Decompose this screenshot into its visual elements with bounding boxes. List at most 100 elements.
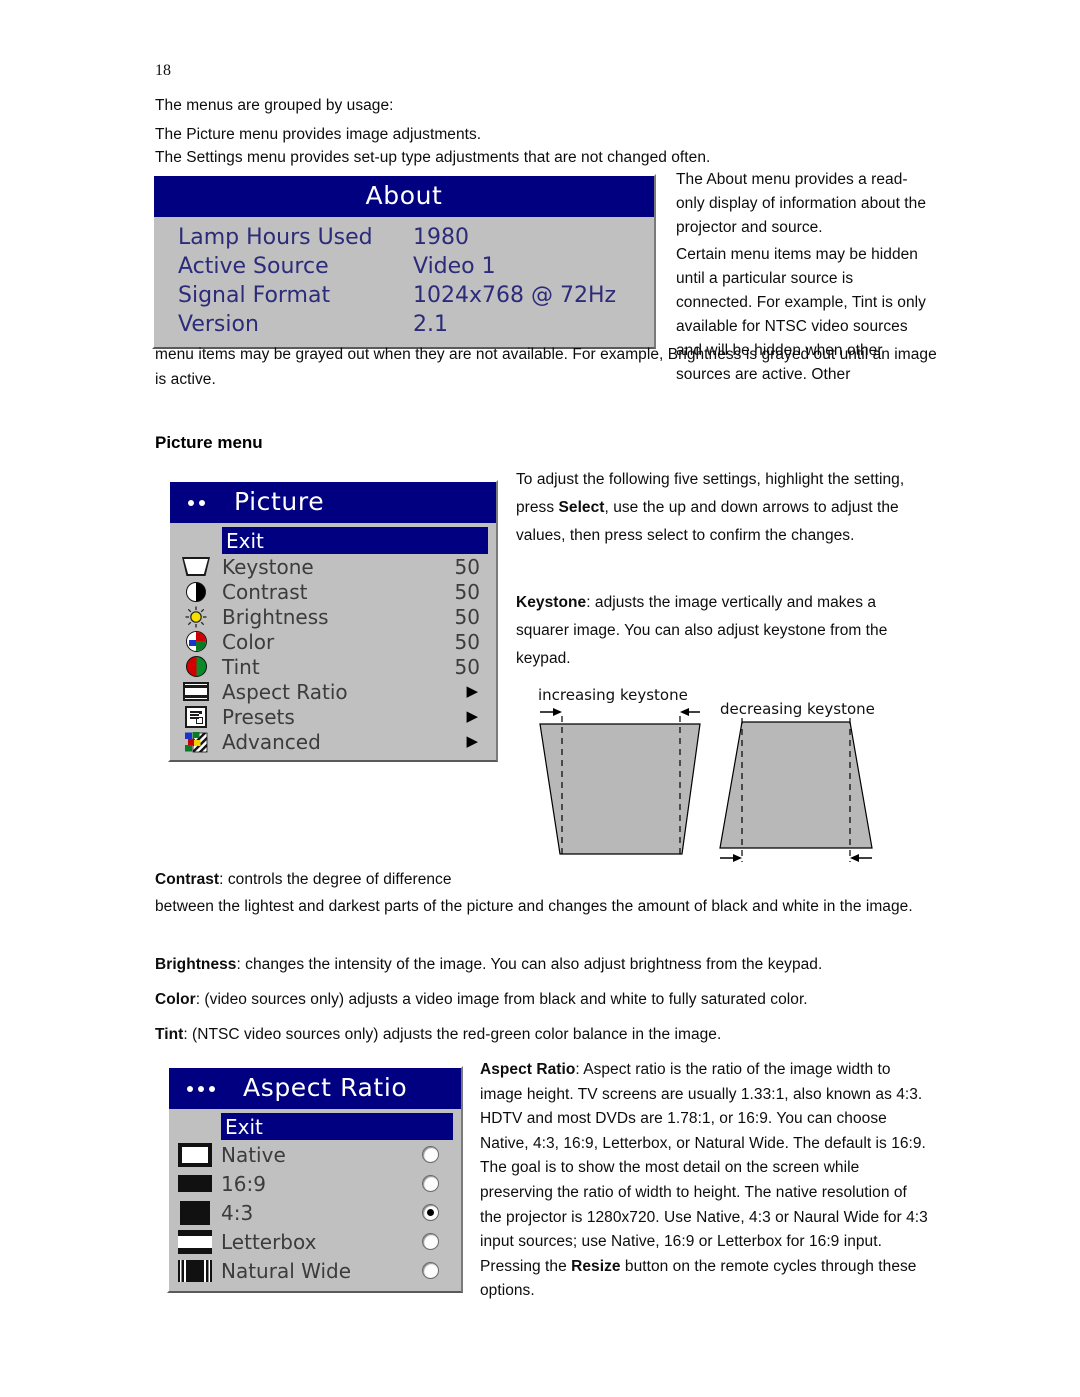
about-row-label: Version — [178, 312, 259, 337]
about-menu-screenshot: About Lamp Hours Used 1980 Active Source… — [152, 174, 656, 349]
picture-menu-item-label: Brightness — [222, 604, 329, 629]
picture-menu-item-presets[interactable]: Presets ▶ — [170, 704, 496, 729]
aspect-menu-exit-item[interactable]: Exit — [221, 1113, 453, 1140]
aspect-option-label: 4:3 — [221, 1200, 254, 1225]
aspect-option-16-9[interactable]: 16:9 — [169, 1169, 461, 1198]
picture-menu-item-label: Advanced — [222, 729, 321, 754]
aspect-option-radio[interactable] — [377, 1262, 461, 1279]
four-three-icon — [169, 1198, 221, 1227]
aspect-option-4-3[interactable]: 4:3 — [169, 1198, 461, 1227]
tint-icon — [170, 654, 222, 679]
picture-menu-items: Exit Keystone 50 Contrast 50 Brightness … — [170, 523, 496, 760]
keystone-diagram-label-increasing: increasing keystone — [538, 686, 688, 704]
aspect-option-natural-wide[interactable]: Natural Wide — [169, 1256, 461, 1285]
aspect-option-label: Natural Wide — [221, 1258, 352, 1283]
picture-menu-item-value: 50 — [454, 654, 480, 679]
about-description-paragraph-1: The About menu provides a read-only disp… — [676, 171, 927, 236]
about-row: Lamp Hours Used 1980 — [154, 223, 654, 252]
aspect-ratio-keyword: Aspect Ratio — [480, 1061, 576, 1078]
aspect-option-radio-selected[interactable] — [377, 1204, 461, 1221]
picture-menu-item-color[interactable]: Color 50 — [170, 629, 496, 654]
picture-menu-exit-label: Exit — [226, 528, 264, 553]
picture-menu-item-label: Contrast — [222, 579, 308, 604]
picture-menu-item-tint[interactable]: Tint 50 — [170, 654, 496, 679]
picture-menu-item-label: Presets — [222, 704, 295, 729]
picture-menu-screenshot: Picture Exit Keystone 50 Contrast 50 Bri… — [168, 480, 498, 762]
about-row-label: Signal Format — [178, 283, 331, 308]
picture-menu-item-label: Aspect Ratio — [222, 679, 348, 704]
submenu-arrow-icon: ▶ — [466, 707, 478, 725]
aspect-option-radio[interactable] — [377, 1146, 461, 1163]
color-keyword: Color — [155, 991, 196, 1008]
presets-icon — [170, 704, 222, 729]
page-number: 18 — [155, 62, 171, 79]
aspect-option-letterbox[interactable]: Letterbox — [169, 1227, 461, 1256]
aspect-option-label: Native — [221, 1142, 286, 1167]
contrast-text-head: : controls the degree of difference — [219, 871, 452, 888]
sixteen-nine-icon — [169, 1169, 221, 1198]
contrast-keyword: Contrast — [155, 871, 220, 888]
keystone-icon — [170, 554, 222, 579]
picture-menu-heading: Picture menu — [155, 433, 263, 452]
aspect-ratio-description-paragraph: Aspect Ratio: Aspect ratio is the ratio … — [480, 1058, 930, 1304]
picture-menu-item-aspect-ratio[interactable]: Aspect Ratio ▶ — [170, 679, 496, 704]
picture-menu-item-label: Keystone — [222, 554, 314, 579]
brightness-keyword: Brightness — [155, 956, 237, 973]
brightness-paragraph: Brightness: changes the intensity of the… — [155, 951, 945, 979]
color-paragraph: Color: (video sources only) adjusts a vi… — [155, 986, 945, 1014]
contrast-paragraph-head: Contrast: controls the degree of differe… — [155, 866, 485, 894]
tint-paragraph: Tint: (NTSC video sources only) adjusts … — [155, 1021, 945, 1049]
brightness-icon — [170, 604, 222, 629]
resize-keyword: Resize — [571, 1257, 621, 1275]
color-text: : (video sources only) adjusts a video i… — [195, 991, 808, 1008]
picture-menu-item-value: 50 — [454, 604, 480, 629]
picture-menu-exit-item[interactable]: Exit — [222, 527, 488, 554]
aspect-ratio-menu-screenshot: Aspect Ratio Exit Native 16:9 4:3 Letter… — [167, 1066, 463, 1293]
about-row-value: 2.1 — [413, 312, 448, 337]
tint-text: : (NTSC video sources only) adjusts the … — [183, 1026, 722, 1043]
about-row-value: 1024x768 @ 72Hz — [413, 283, 617, 308]
manual-page: 18 The menus are grouped by usage: The P… — [0, 0, 1080, 1397]
intro-line-1: The menus are grouped by usage: — [155, 97, 394, 114]
about-menu-title: About — [154, 176, 654, 217]
picture-menu-item-value: 50 — [454, 629, 480, 654]
picture-menu-item-value: 50 — [454, 554, 480, 579]
picture-menu-title-bar: Picture — [170, 482, 496, 523]
contrast-icon — [170, 579, 222, 604]
keystone-diagram-label-decreasing: decreasing keystone — [720, 700, 875, 718]
submenu-arrow-icon: ▶ — [466, 682, 478, 700]
picture-menu-item-brightness[interactable]: Brightness 50 — [170, 604, 496, 629]
contrast-paragraph-body: between the lightest and darkest parts o… — [155, 893, 945, 921]
natural-wide-icon — [169, 1256, 221, 1285]
about-row: Active Source Video 1 — [154, 252, 654, 281]
aspect-ratio-text-part1: : Aspect ratio is the ratio of the image… — [480, 1061, 928, 1275]
about-row-label: Active Source — [178, 254, 329, 279]
aspect-option-native[interactable]: Native — [169, 1140, 461, 1169]
aspect-option-radio[interactable] — [377, 1175, 461, 1192]
keystone-keyword: Keystone — [516, 594, 587, 611]
aspect-menu-exit-label: Exit — [225, 1114, 263, 1139]
picture-menu-item-label: Tint — [222, 654, 260, 679]
menu-level-dots-icon — [188, 499, 205, 506]
picture-menu-item-value: 50 — [454, 579, 480, 604]
native-icon — [169, 1140, 221, 1169]
advanced-icon — [170, 729, 222, 754]
select-keyword: Select — [558, 499, 605, 516]
picture-menu-item-advanced[interactable]: Advanced ▶ — [170, 729, 496, 754]
aspect-menu-items: Exit Native 16:9 4:3 Letterbox Natural W… — [169, 1109, 461, 1291]
about-row-value: Video 1 — [413, 254, 496, 279]
contrast-text-body: between the lightest and darkest parts o… — [155, 898, 913, 915]
about-row: Signal Format 1024x768 @ 72Hz — [154, 281, 654, 310]
about-row-label: Lamp Hours Used — [178, 225, 373, 250]
aspect-option-label: Letterbox — [221, 1229, 317, 1254]
brightness-text: : changes the intensity of the image. Yo… — [236, 956, 823, 973]
letterbox-icon — [169, 1227, 221, 1256]
aspect-menu-title-bar: Aspect Ratio — [169, 1068, 461, 1109]
keystone-diagram: increasing keystone decreasing keystone — [520, 676, 930, 876]
aspect-option-label: 16:9 — [221, 1171, 266, 1196]
picture-menu-title: Picture — [234, 487, 325, 516]
picture-menu-item-contrast[interactable]: Contrast 50 — [170, 579, 496, 604]
picture-menu-item-keystone[interactable]: Keystone 50 — [170, 554, 496, 579]
aspect-option-radio[interactable] — [377, 1233, 461, 1250]
tint-keyword: Tint — [155, 1026, 184, 1043]
